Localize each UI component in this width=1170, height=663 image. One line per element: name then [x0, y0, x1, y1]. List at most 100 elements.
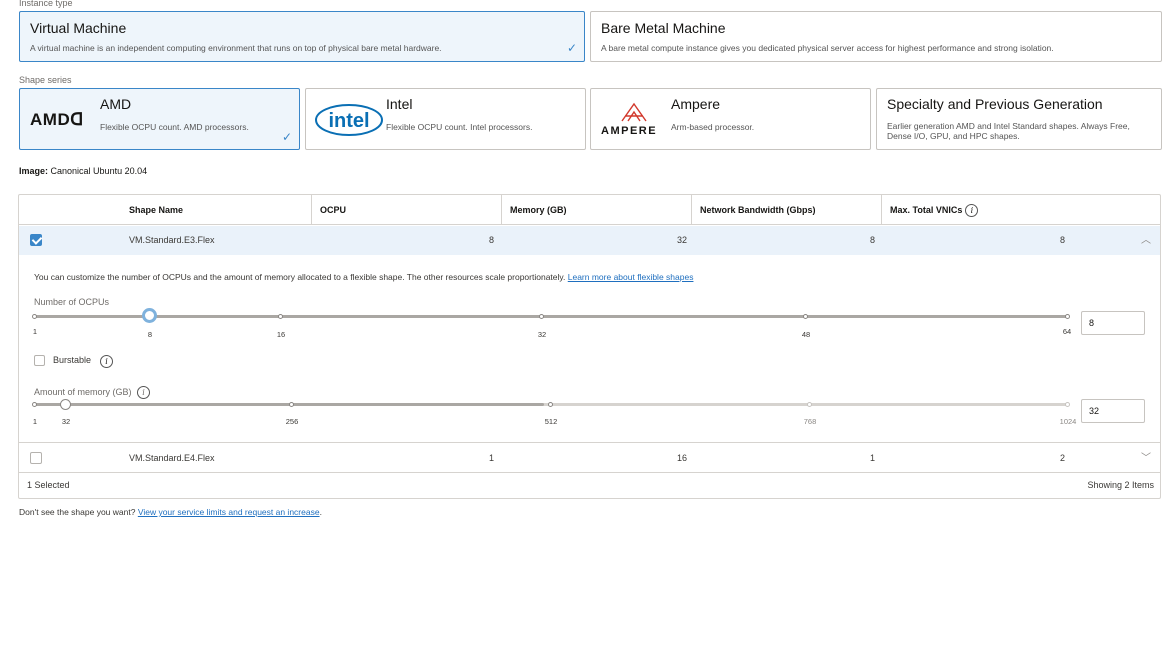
shapes-table: Shape Name OCPU Memory (GB) Network Band…: [18, 194, 1161, 499]
memory-tick-label: 1024: [1059, 417, 1077, 426]
service-limits-suffix: .: [319, 507, 322, 517]
header-vnics[interactable]: Max. Total VNICs i: [881, 195, 1161, 225]
ampere-title: Ampere: [671, 96, 721, 112]
service-limits-link[interactable]: View your service limits and request an …: [138, 507, 320, 517]
memory-tick-label: 256: [285, 417, 299, 426]
amd-series-card[interactable]: AMDᗡ AMD Flexible OCPU count. AMD proces…: [19, 88, 300, 150]
chevron-up-icon[interactable]: ︿: [1141, 226, 1151, 255]
intel-title: Intel: [386, 96, 413, 112]
memory-tick: [807, 402, 812, 407]
memory-tick-label: 32: [61, 417, 71, 426]
service-limits-note: Don't see the shape you want? View your …: [19, 507, 322, 517]
table-row[interactable]: VM.Standard.E4.Flex 1 16 1 2 ﹀: [19, 444, 1160, 473]
ocpu-slider-thumb[interactable]: [142, 308, 157, 323]
table-header: Shape Name OCPU Memory (GB) Network Band…: [19, 195, 1160, 225]
ampere-desc: Arm-based processor.: [671, 122, 755, 132]
row-checkbox[interactable]: [30, 234, 42, 246]
memory-tick-label: 512: [544, 417, 558, 426]
intel-logo-text: intel: [328, 110, 369, 132]
row-memory: 16: [677, 453, 688, 463]
ocpu-tick-label: 8: [147, 330, 153, 339]
row-vnics: 8: [1060, 235, 1066, 245]
showing-count: Showing 2 Items: [1087, 480, 1154, 490]
image-value: Canonical Ubuntu 20.04: [50, 166, 148, 176]
ampere-series-card[interactable]: AMPERE Ampere Arm-based processor.: [590, 88, 871, 150]
specialty-series-card[interactable]: Specialty and Previous Generation Earlie…: [876, 88, 1162, 150]
header-bandwidth[interactable]: Network Bandwidth (Gbps): [691, 195, 881, 225]
ocpu-slider-label: Number of OCPUs: [34, 297, 110, 307]
burstable-label: Burstable: [53, 355, 92, 365]
ocpu-slider-track[interactable]: [34, 315, 1069, 318]
flex-shape-info: You can customize the number of OCPUs an…: [34, 272, 693, 282]
table-footer: 1 Selected Showing 2 Items: [19, 472, 1160, 499]
bare-metal-desc: A bare metal compute instance gives you …: [601, 43, 1054, 53]
bare-metal-card[interactable]: Bare Metal Machine A bare metal compute …: [590, 11, 1162, 62]
amd-desc: Flexible OCPU count. AMD processors.: [100, 122, 249, 132]
learn-more-link[interactable]: Learn more about flexible shapes: [568, 272, 694, 282]
memory-info-icon[interactable]: i: [137, 386, 151, 399]
amd-logo: AMDᗡ: [30, 110, 84, 129]
intel-logo: intel: [315, 104, 383, 136]
header-shape-name[interactable]: Shape Name: [121, 195, 311, 225]
virtual-machine-card[interactable]: Virtual Machine A virtual machine is an …: [19, 11, 585, 62]
ocpu-tick-label: 1: [32, 327, 38, 336]
info-icon[interactable]: i: [965, 204, 979, 218]
row-bandwidth: 8: [870, 235, 876, 245]
memory-slider-label-text: Amount of memory (GB): [34, 386, 132, 397]
header-ocpu[interactable]: OCPU: [311, 195, 501, 225]
row-bandwidth: 1: [870, 453, 876, 463]
shape-series-label: Shape series: [19, 75, 72, 85]
ampere-logo-icon: [621, 102, 647, 122]
burstable-checkbox[interactable]: [34, 355, 45, 366]
memory-slider-label: Amount of memory (GB) i: [34, 386, 151, 399]
memory-tick-label: 768: [803, 417, 817, 426]
ocpu-tick-label: 48: [801, 330, 811, 339]
ampere-logo: AMPERE: [601, 125, 658, 137]
table-row[interactable]: VM.Standard.E3.Flex 8 32 8 8 ︿: [19, 226, 1160, 255]
ocpu-tick-label: 16: [276, 330, 286, 339]
ocpu-tick-label: 32: [537, 330, 547, 339]
image-line: Image: Canonical Ubuntu 20.04: [19, 166, 147, 176]
ocpu-tick: [1065, 314, 1070, 319]
memory-slider-thumb[interactable]: [60, 399, 71, 410]
flex-shape-info-text: You can customize the number of OCPUs an…: [34, 272, 568, 282]
ocpu-tick: [278, 314, 283, 319]
selected-count: 1 Selected: [27, 480, 70, 490]
virtual-machine-desc: A virtual machine is an independent comp…: [30, 43, 442, 53]
ocpu-tick: [803, 314, 808, 319]
header-memory[interactable]: Memory (GB): [501, 195, 691, 225]
row-shape-name: VM.Standard.E3.Flex: [129, 235, 215, 245]
memory-tick: [289, 402, 294, 407]
burstable-info-icon[interactable]: i: [100, 355, 113, 368]
header-vnics-label: Max. Total VNICs: [890, 205, 963, 215]
amd-title: AMD: [100, 96, 132, 112]
memory-tick: [548, 402, 553, 407]
check-icon: ✓: [281, 130, 292, 144]
virtual-machine-title: Virtual Machine: [30, 20, 127, 36]
ocpu-tick: [539, 314, 544, 319]
row-checkbox[interactable]: [30, 452, 42, 464]
flex-shape-config-panel: You can customize the number of OCPUs an…: [19, 255, 1160, 443]
specialty-title: Specialty and Previous Generation: [887, 96, 1103, 112]
row-ocpu: 1: [489, 453, 495, 463]
check-icon: ✓: [566, 41, 577, 55]
chevron-down-icon[interactable]: ﹀: [1141, 444, 1151, 473]
instance-type-label: Instance type: [19, 0, 73, 8]
intel-series-card[interactable]: intel Intel Flexible OCPU count. Intel p…: [305, 88, 586, 150]
memory-input[interactable]: 32: [1081, 399, 1145, 423]
image-label: Image:: [19, 166, 49, 176]
ocpu-tick: [32, 314, 37, 319]
ocpu-input[interactable]: 8: [1081, 311, 1145, 335]
specialty-desc: Earlier generation AMD and Intel Standar…: [887, 121, 1130, 141]
memory-tick-label: 1: [32, 417, 38, 426]
bare-metal-title: Bare Metal Machine: [601, 20, 726, 36]
ocpu-tick-label: 64: [1062, 327, 1072, 336]
memory-tick: [32, 402, 37, 407]
header-checkbox-col: [19, 195, 121, 225]
service-limits-text: Don't see the shape you want?: [19, 507, 138, 517]
memory-tick: [1065, 402, 1070, 407]
row-vnics: 2: [1060, 453, 1066, 463]
row-shape-name: VM.Standard.E4.Flex: [129, 453, 215, 463]
row-memory: 32: [677, 235, 688, 245]
intel-desc: Flexible OCPU count. Intel processors.: [386, 122, 533, 132]
